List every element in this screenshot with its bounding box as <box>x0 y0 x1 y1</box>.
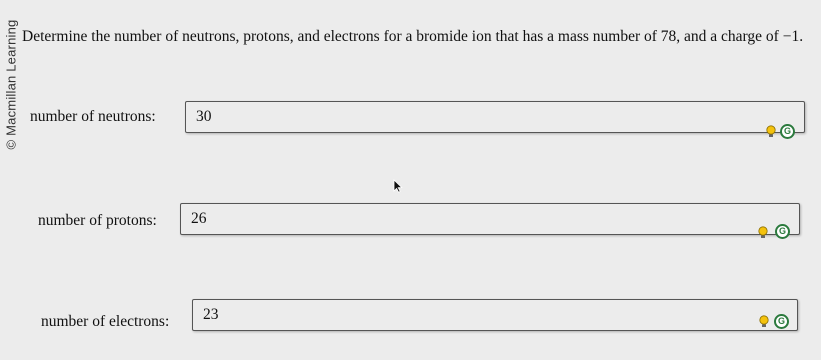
neutrons-hint-button[interactable] <box>764 125 778 139</box>
electrons-check-button[interactable]: G <box>774 314 789 329</box>
watermark-text: © Macmillan Learning <box>3 19 19 149</box>
mouse-cursor-icon <box>393 179 403 198</box>
check-answer-icon: G <box>783 126 791 136</box>
lightbulb-icon <box>759 315 769 327</box>
electrons-hint-button[interactable] <box>757 315 771 329</box>
protons-answer-box[interactable] <box>180 203 800 235</box>
check-answer-icon: G <box>778 226 786 236</box>
protons-check-button[interactable]: G <box>775 224 790 239</box>
check-answer-icon: G <box>777 316 785 326</box>
electrons-answer-box[interactable] <box>192 299 798 331</box>
lightbulb-icon <box>758 226 768 238</box>
neutrons-label: number of neutrons: <box>30 108 156 125</box>
protons-input[interactable] <box>181 204 799 234</box>
lightbulb-icon <box>766 125 776 137</box>
neutrons-input[interactable] <box>186 102 804 132</box>
neutrons-answer-box[interactable] <box>185 101 805 133</box>
copyright-watermark: © Macmillan Learning <box>2 16 20 152</box>
neutrons-check-button[interactable]: G <box>780 124 795 139</box>
protons-label: number of protons: <box>38 212 157 229</box>
question-text: Determine the number of neutrons, proton… <box>22 28 804 45</box>
electrons-label: number of electrons: <box>41 313 170 330</box>
protons-hint-button[interactable] <box>756 226 770 240</box>
electrons-input[interactable] <box>193 300 797 330</box>
